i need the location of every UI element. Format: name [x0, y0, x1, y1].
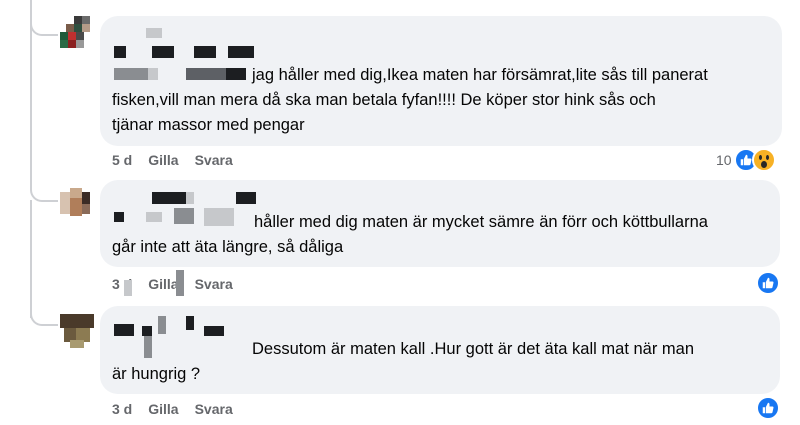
- comment-text-line: fisken,vill man mera då ska man betala f…: [112, 91, 656, 109]
- like-button[interactable]: Gilla: [148, 401, 178, 417]
- reply-button[interactable]: Svara: [195, 401, 233, 417]
- reaction-summary[interactable]: [756, 271, 780, 295]
- comment-text-line: går inte att äta längre, så dåliga: [112, 238, 344, 256]
- comment-text-line: Dessutom är maten kall .Hur gott är det …: [252, 340, 695, 358]
- thread-line: [30, 200, 32, 318]
- comment-text-line: jag håller med dig,Ikea maten har försäm…: [252, 66, 708, 84]
- comment-timestamp[interactable]: 3 d: [112, 401, 132, 417]
- avatar[interactable]: [60, 188, 94, 222]
- comment-text-line: håller med dig maten är mycket sämre än …: [254, 213, 708, 231]
- reply-button[interactable]: Svara: [195, 276, 233, 292]
- thread-connector: [30, 188, 58, 202]
- comment-actions: 5 d Gilla Svara: [112, 152, 233, 168]
- like-icon: [756, 271, 780, 295]
- thread-connector: [30, 22, 58, 36]
- reaction-count: 10: [716, 152, 732, 168]
- reply-button[interactable]: Svara: [195, 152, 233, 168]
- comment-actions: 3 d Gilla Svara: [112, 401, 233, 417]
- comment-timestamp[interactable]: 5 d: [112, 152, 132, 168]
- comment-bubble: Dessutom är maten kall .Hur gott är det …: [100, 306, 780, 394]
- thread-connector: [30, 312, 58, 326]
- comment-thread: jag håller med dig,Ikea maten har försäm…: [0, 0, 800, 425]
- wow-icon: [751, 148, 776, 172]
- avatar[interactable]: [60, 16, 94, 50]
- comment-bubble: håller med dig maten är mycket sämre än …: [100, 180, 780, 267]
- avatar[interactable]: [60, 314, 94, 348]
- comment-bubble: jag håller med dig,Ikea maten har försäm…: [100, 16, 782, 146]
- like-icon: [756, 396, 780, 420]
- like-button[interactable]: Gilla: [148, 276, 178, 292]
- reaction-summary[interactable]: [756, 396, 780, 420]
- like-button[interactable]: Gilla: [148, 152, 178, 168]
- comment-text-line: är hungrig ?: [112, 365, 201, 383]
- reaction-summary[interactable]: 10: [716, 148, 776, 172]
- comment-text-line: tjänar massor med pengar: [112, 116, 305, 134]
